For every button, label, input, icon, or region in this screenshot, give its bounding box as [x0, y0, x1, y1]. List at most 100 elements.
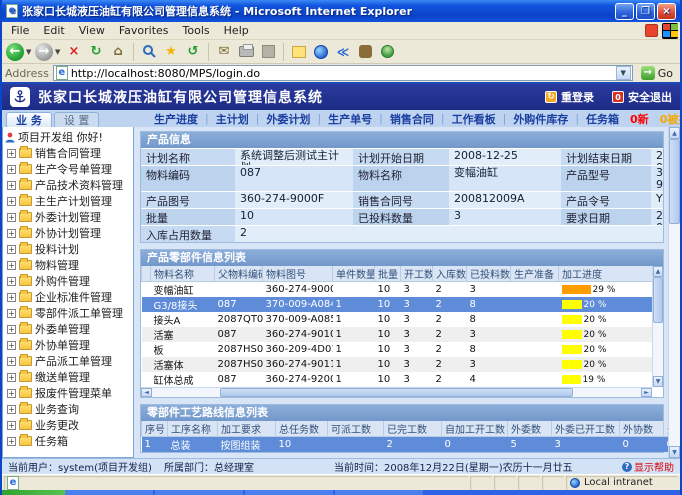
address-dropdown-icon[interactable]: ▼ [616, 66, 631, 80]
column-header[interactable]: 单件数量 [333, 266, 375, 282]
column-header[interactable]: 批量 [375, 266, 401, 282]
expand-icon[interactable]: + [7, 389, 16, 398]
scroll-left-icon[interactable]: ◄ [141, 388, 152, 397]
debugbar-button[interactable] [355, 42, 375, 62]
nav-item[interactable]: 生产单号 [328, 111, 372, 127]
search-button[interactable] [139, 42, 159, 62]
expand-icon[interactable]: + [7, 261, 16, 270]
scroll-up-icon[interactable]: ▲ [653, 266, 663, 277]
nav-item[interactable]: 工作看板 [452, 111, 496, 127]
close-button[interactable]: × [657, 3, 676, 20]
stop-button[interactable]: × [64, 42, 84, 62]
scroll-thumb[interactable] [669, 139, 680, 224]
column-header[interactable]: 可派工数 [328, 421, 384, 437]
table-row[interactable]: 变幅油缸360-274-9000F1032329 % [142, 282, 653, 298]
scroll-down-icon[interactable]: ▼ [653, 376, 663, 387]
nav-item[interactable]: 生产进度 [154, 111, 198, 127]
sidebar-item[interactable]: +投料计划 [5, 241, 133, 257]
back-button[interactable]: ← [6, 43, 24, 61]
menu-item-edit[interactable]: Edit [36, 23, 71, 38]
expand-icon[interactable]: + [7, 405, 16, 414]
expand-icon[interactable]: + [7, 357, 16, 366]
history-button[interactable]: ↺ [183, 42, 203, 62]
column-header[interactable]: 外委数 [508, 421, 552, 437]
column-header[interactable]: 物料图号 [263, 266, 333, 282]
expand-icon[interactable]: + [7, 245, 16, 254]
menu-item-help[interactable]: Help [217, 23, 256, 38]
sidebar-item[interactable]: +外委计划管理 [5, 209, 133, 225]
sidebar-item[interactable]: +外协计划管理 [5, 225, 133, 241]
minimize-button[interactable]: _ [615, 3, 634, 20]
nav-item[interactable]: 外购件库存 [513, 111, 568, 127]
sidebar-item[interactable]: +生产令号单管理 [5, 161, 133, 177]
show-help-link[interactable]: ? 显示帮助 [622, 459, 674, 474]
expand-icon[interactable]: + [7, 293, 16, 302]
flashget-button[interactable]: ≪ [333, 42, 353, 62]
notes-button[interactable] [289, 42, 309, 62]
sidebar-item[interactable]: +零部件派工单管理 [5, 305, 133, 321]
print-button[interactable] [236, 42, 256, 62]
table-row[interactable]: 板2087HS002360-209-4D01011032820 % [142, 342, 653, 357]
column-header[interactable]: 外协数 [620, 421, 664, 437]
sidebar-item[interactable]: +企业标准件管理 [5, 289, 133, 305]
qq-button[interactable] [377, 42, 397, 62]
scroll-right-icon[interactable]: ► [641, 388, 652, 397]
column-header[interactable]: 工序名称 [168, 421, 218, 437]
table-row[interactable]: G3/8接头087370-009-A084011032820 % [142, 297, 653, 312]
tab-settings[interactable]: 设 置 [54, 112, 100, 127]
menu-item-tools[interactable]: Tools [176, 23, 217, 38]
column-header[interactable]: 外委已开工数 [552, 421, 620, 437]
page-vertical-scrollbar[interactable]: ▲ ▼ [668, 127, 680, 458]
expand-icon[interactable]: + [7, 149, 16, 158]
table-row[interactable]: 活塞体2087HS002360-274-9011W11032320 % [142, 357, 653, 372]
mail-button[interactable]: ✉ [214, 42, 234, 62]
start-button-edge[interactable] [2, 490, 65, 495]
sidebar-item[interactable]: +产品技术资料管理 [5, 177, 133, 193]
sidebar-item[interactable]: +外购件管理 [5, 273, 133, 289]
column-header[interactable]: 生产准备 [511, 266, 559, 282]
favorites-button[interactable]: ★ [161, 42, 181, 62]
expand-icon[interactable]: + [7, 421, 16, 430]
refresh-button[interactable]: ↻ [86, 42, 106, 62]
maximize-button[interactable]: ❐ [636, 3, 655, 20]
sidebar-item[interactable]: +业务更改 [5, 417, 133, 433]
back-dropdown-icon[interactable]: ▼ [26, 48, 33, 56]
sidebar-item[interactable]: +任务箱 [5, 433, 133, 449]
table-row[interactable]: 缸体总成087360-274-9200F11032419 % [142, 372, 653, 387]
column-header[interactable]: 外协 [664, 421, 669, 437]
column-header[interactable]: 开工数 [401, 266, 433, 282]
expand-icon[interactable]: + [7, 165, 16, 174]
messenger-button[interactable] [311, 42, 331, 62]
column-header[interactable]: 物料名称 [151, 266, 215, 282]
tab-business[interactable]: 业 务 [6, 112, 52, 127]
menu-item-file[interactable]: File [4, 23, 36, 38]
sidebar-item[interactable]: +业务查询 [5, 401, 133, 417]
expand-icon[interactable]: + [7, 325, 16, 334]
column-header[interactable]: 加工要求 [218, 421, 276, 437]
forward-dropdown-icon[interactable]: ▼ [55, 48, 62, 56]
go-button[interactable]: → Go [637, 66, 677, 80]
table-row[interactable]: 活塞087360-274-9010F11032320 % [142, 327, 653, 342]
sidebar-item[interactable]: +报废件管理菜单 [5, 385, 133, 401]
expand-icon[interactable]: + [7, 181, 16, 190]
sidebar-item[interactable]: +主生产计划管理 [5, 193, 133, 209]
sidebar-item[interactable]: +产品派工单管理 [5, 353, 133, 369]
column-header[interactable]: 已完工数 [384, 421, 442, 437]
expand-icon[interactable]: + [7, 437, 16, 446]
menu-item-favorites[interactable]: Favorites [112, 23, 176, 38]
nav-item[interactable]: 任务箱 [586, 111, 619, 127]
column-header[interactable]: 已投料数 [467, 266, 511, 282]
sidebar-item[interactable]: +外协单管理 [5, 337, 133, 353]
column-header[interactable]: 自加工开工数 [442, 421, 508, 437]
relogin-button[interactable]: ↻ 重登录 [545, 89, 594, 105]
sidebar-item[interactable]: +销售合同管理 [5, 145, 133, 161]
plugin-icon[interactable] [645, 24, 658, 37]
column-header[interactable]: 父物料编码 [215, 266, 263, 282]
expand-icon[interactable]: + [7, 373, 16, 382]
expand-icon[interactable]: + [7, 341, 16, 350]
taskbar-buttons[interactable] [65, 490, 680, 495]
scroll-up-icon[interactable]: ▲ [669, 127, 680, 139]
logout-button[interactable]: 0 安全退出 [612, 89, 672, 105]
column-header[interactable]: 总任务数 [276, 421, 328, 437]
expand-icon[interactable]: + [7, 309, 16, 318]
